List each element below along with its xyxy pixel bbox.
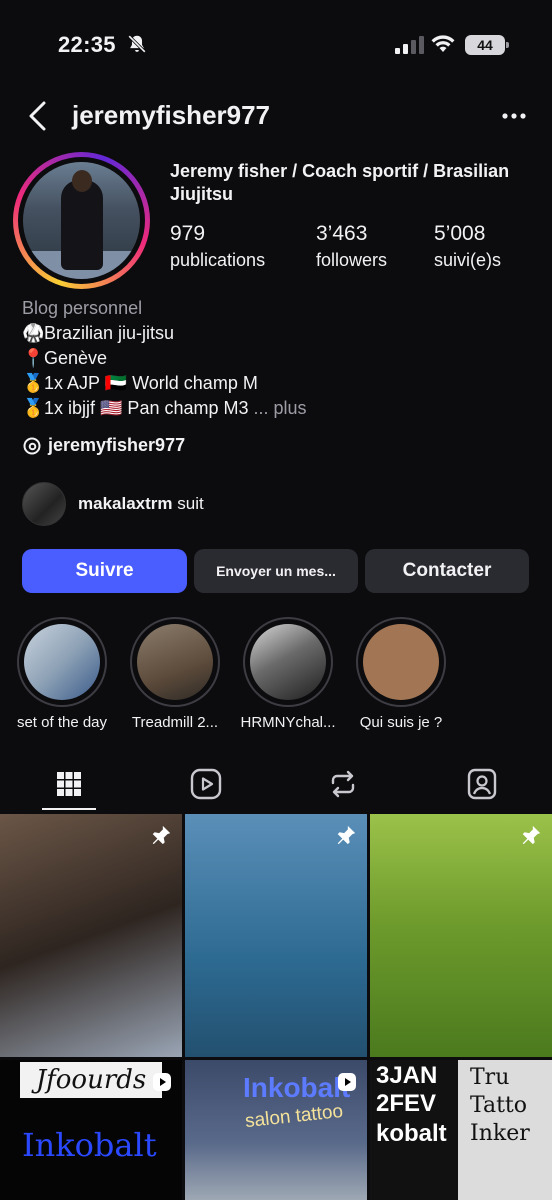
highlight-cover (250, 624, 326, 700)
clock: 22:35 (58, 32, 116, 57)
bio-line: 🥇1x ibjjf 🇺🇸 Pan champ M3 ... plus (22, 396, 307, 421)
avatar-photo (23, 162, 140, 279)
highlight-label: Treadmill 2... (131, 714, 219, 731)
profile-avatar[interactable] (13, 152, 150, 289)
highlight-item[interactable]: Qui suis je ? (345, 617, 457, 731)
post-title: Jfoourds (20, 1062, 162, 1098)
cellular-signal-icon (395, 36, 424, 54)
follower-avatar (22, 482, 66, 526)
gold-medal-icon: 🥇 (22, 373, 45, 393)
post-thumbnail[interactable]: Jfoourds Inkobalt (0, 1060, 182, 1200)
highlight-label: Qui suis je ? (359, 714, 443, 731)
follower-username: makalaxtrm (78, 494, 173, 513)
stat-followers-count: 3’463 (316, 222, 368, 245)
post-flyer-left: 3JAN 2FEV kobalt (370, 1060, 458, 1200)
bio-line: 📍Genève (22, 346, 307, 371)
highlight-cover (363, 624, 439, 700)
bio-line: 🥇1x AJP 🇦🇪 World champ M (22, 371, 307, 396)
reel-icon (153, 1073, 171, 1091)
status-bar: 22:35 44 (0, 0, 552, 90)
bio-line: 🥋Brazilian jiu-jitsu (22, 321, 307, 346)
stat-followers-label: followers (316, 250, 388, 270)
stat-following-label: suivi(e)s (434, 250, 502, 270)
reel-icon (338, 1073, 356, 1091)
active-tab-indicator (42, 808, 96, 810)
reels-tab[interactable] (186, 764, 226, 804)
profile-full-name: Jeremy fisher / Coach sportif / Brasilia… (170, 161, 510, 204)
post-thumbnail[interactable] (185, 814, 367, 1057)
pin-icon (337, 825, 356, 845)
bio-category: Blog personnel (22, 298, 143, 318)
post-thumbnail[interactable] (0, 814, 182, 1057)
highlight-item[interactable]: HRMNYchal... (232, 617, 344, 731)
posts-grid: Jfoourds Inkobalt Inkobalt salon tattoo … (0, 814, 552, 1200)
gi-icon: 🥋 (22, 323, 45, 343)
repost-icon (331, 770, 355, 798)
follow-button[interactable]: Suivre (22, 549, 187, 593)
reposts-tab[interactable] (323, 764, 363, 804)
pin-icon (522, 825, 541, 845)
gold-medal-icon: 🥇 (22, 398, 45, 418)
pin-icon (152, 825, 171, 845)
stat-following-count: 5’008 (434, 222, 486, 245)
tagged-tab[interactable] (462, 764, 502, 804)
message-button[interactable]: Envoyer un mes... (194, 549, 358, 593)
threads-handle: jeremyfisher977 (48, 435, 186, 455)
stat-posts-count: 979 (170, 222, 206, 245)
grid-icon (57, 772, 81, 796)
stat-following[interactable]: 5’008 suivi(e)s (434, 222, 501, 271)
contact-button[interactable]: Contacter (365, 549, 529, 593)
profile-username: jeremyfisher977 (72, 100, 271, 130)
highlight-item[interactable]: Treadmill 2... (119, 617, 231, 731)
post-thumbnail[interactable]: Inkobalt salon tattoo (185, 1060, 367, 1200)
location-pin-icon: 📍 (22, 348, 45, 368)
post-thumbnail[interactable]: 3JAN 2FEV kobalt Tru Tatto Inker (370, 1060, 552, 1200)
bio-more-link[interactable]: ... plus (254, 398, 307, 418)
highlight-label: set of the day (16, 714, 108, 731)
more-options-icon[interactable] (500, 106, 528, 126)
stat-followers[interactable]: 3’463 followers (316, 222, 387, 271)
profile-bio: Blog personnel 🥋Brazilian jiu-jitsu 📍Gen… (22, 296, 307, 421)
grid-tab[interactable] (49, 764, 89, 804)
highlight-cover (24, 624, 100, 700)
battery-indicator: 44 (465, 35, 509, 55)
post-flyer-right: Tru Tatto Inker (470, 1065, 530, 1146)
highlight-item[interactable]: set of the day (6, 617, 118, 731)
threads-link[interactable]: jeremyfisher977 (22, 435, 185, 456)
reels-icon (190, 768, 222, 800)
highlight-cover (137, 624, 213, 700)
tagged-user-icon (467, 768, 497, 800)
highlight-label: HRMNYchal... (240, 714, 336, 731)
stat-posts-label: publications (170, 250, 266, 270)
post-brand: Inkobalt (22, 1126, 157, 1164)
post-thumbnail[interactable] (370, 814, 552, 1057)
follower-suffix: suit (177, 494, 204, 513)
post-title: Inkobalt (243, 1072, 351, 1103)
bell-muted-icon (128, 35, 146, 53)
threads-icon (23, 437, 41, 454)
followed-by[interactable]: makalaxtrm suit (22, 482, 204, 526)
wifi-icon (431, 35, 455, 52)
stat-posts[interactable]: 979 publications (170, 222, 265, 271)
back-arrow-icon[interactable] (26, 100, 50, 132)
post-subtitle: salon tattoo (244, 1100, 345, 1133)
